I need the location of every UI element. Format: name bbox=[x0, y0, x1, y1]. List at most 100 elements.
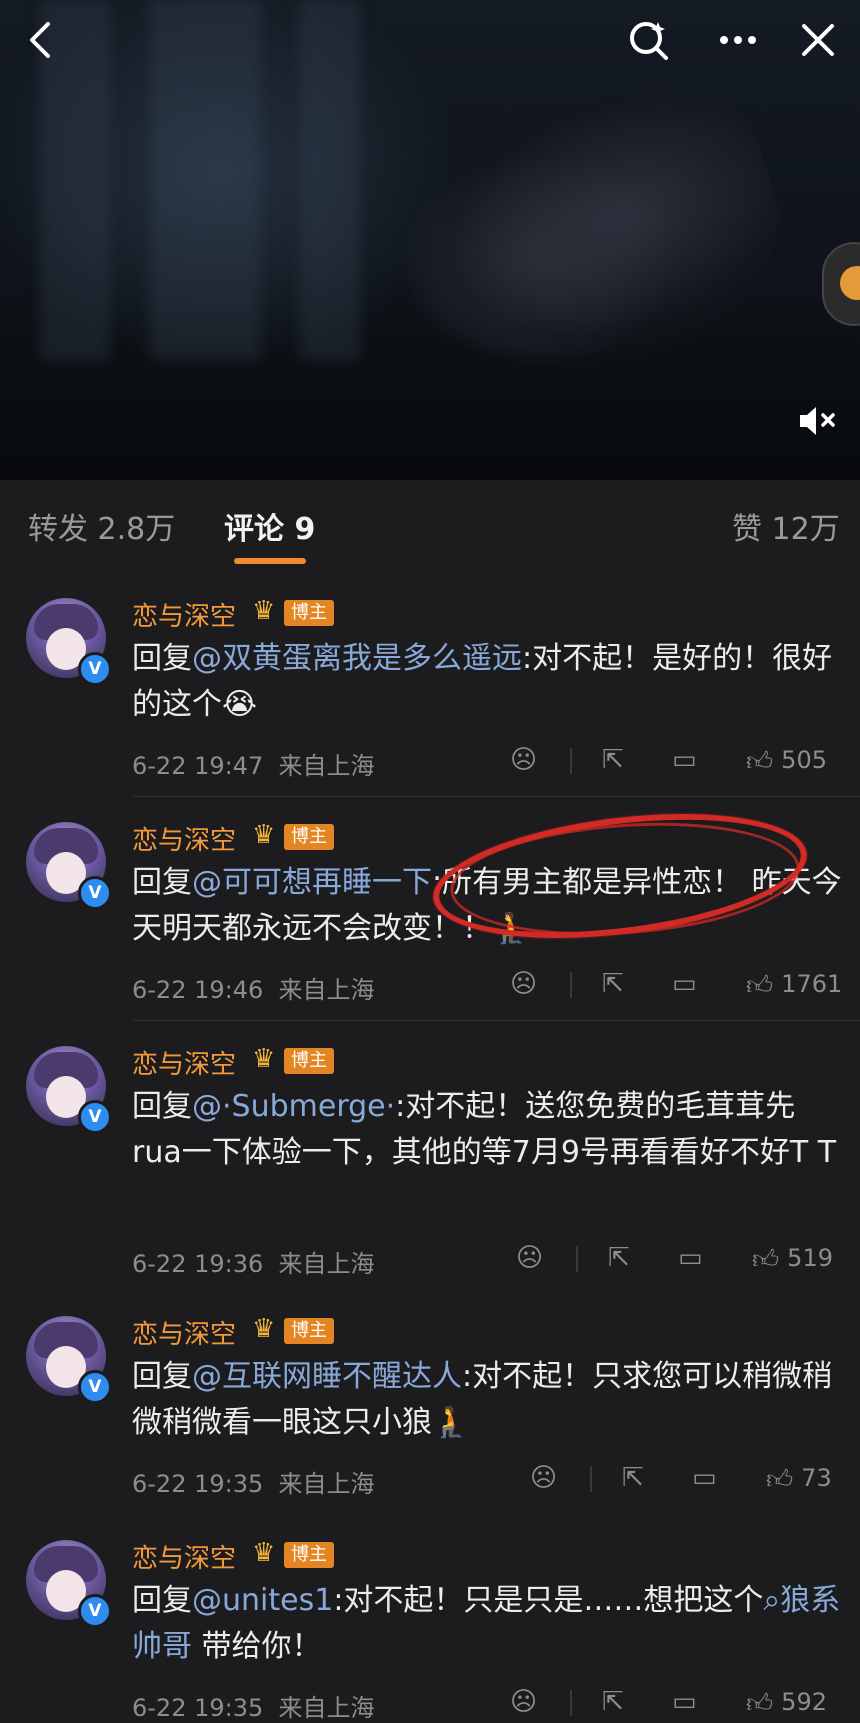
comment-time: 6-22 19:47 bbox=[132, 752, 264, 780]
share-icon[interactable]: ⇱ bbox=[602, 744, 624, 776]
tab-repost[interactable]: 转发 2.8万 bbox=[28, 504, 175, 548]
dislike-icon[interactable]: ☹ bbox=[530, 1462, 557, 1494]
comment-time: 6-22 19:35 bbox=[132, 1470, 264, 1498]
mention-link[interactable]: @·Submerge· bbox=[192, 1089, 395, 1124]
crown-icon: ♛ bbox=[252, 596, 276, 626]
comment-location: 来自上海 bbox=[278, 752, 375, 780]
divider bbox=[132, 1020, 860, 1021]
crown-icon: ♛ bbox=[252, 1538, 276, 1568]
comment-meta: 6-22 19:47 来自上海 bbox=[132, 746, 375, 781]
comment-item[interactable]: V 恋与深空 ♛ 博主 回复@双黄蛋离我是多么遥远:对不起！是好的！很好的这个😭… bbox=[0, 582, 860, 792]
comment-item[interactable]: V 恋与深空 ♛ 博主 回复@unites1:对不起！只是只是……想把这个⌕狼系… bbox=[0, 1524, 860, 1723]
like-count: 1761 bbox=[781, 970, 843, 998]
reply-prefix: 回复 bbox=[132, 1359, 192, 1394]
comment-meta: 6-22 19:35 来自上海 bbox=[132, 1688, 375, 1723]
dislike-icon[interactable]: ☹ bbox=[510, 1686, 537, 1718]
muted-speaker-icon[interactable] bbox=[796, 404, 838, 447]
comment-username[interactable]: 恋与深空 bbox=[132, 596, 236, 633]
dislike-icon[interactable]: ☹ bbox=[510, 968, 537, 1000]
like-count: 505 bbox=[781, 746, 827, 774]
divider bbox=[570, 748, 572, 774]
comment-text: 回复@unites1:对不起！只是只是……想把这个⌕狼系帅哥 带给你！ bbox=[132, 1578, 842, 1670]
comment-item[interactable]: V 恋与深空 ♛ 博主 回复@互联网睡不醒达人:对不起！只求您可以稍微稍微稍微看… bbox=[0, 1300, 860, 1510]
comment-time: 6-22 19:36 bbox=[132, 1250, 264, 1278]
search-icon: ⌕ bbox=[763, 1583, 781, 1618]
comment-item[interactable]: V 恋与深空 ♛ 博主 回复@·Submerge·:对不起！送您免费的毛茸茸先r… bbox=[0, 1030, 860, 1290]
comment-icon[interactable]: ▭ bbox=[678, 1242, 703, 1274]
verified-badge-icon: V bbox=[78, 1100, 112, 1134]
blogger-badge: 博主 bbox=[284, 600, 334, 626]
mention-link[interactable]: @互联网睡不醒达人 bbox=[192, 1359, 462, 1394]
verified-badge-icon: V bbox=[78, 876, 112, 910]
comment-icon[interactable]: ▭ bbox=[672, 744, 697, 776]
comment-time: 6-22 19:46 bbox=[132, 976, 264, 1004]
crown-icon: ♛ bbox=[252, 1314, 276, 1344]
share-icon[interactable]: ⇱ bbox=[608, 1242, 630, 1274]
comment-location: 来自上海 bbox=[278, 1694, 375, 1722]
thumbs-up-icon: 👍︎ bbox=[746, 747, 774, 777]
video-player[interactable] bbox=[0, 0, 860, 480]
video-frame-tree bbox=[300, 0, 360, 360]
mention-link[interactable]: @可可想再睡一下 bbox=[192, 865, 432, 900]
blogger-badge: 博主 bbox=[284, 824, 334, 850]
comment-text: 回复@双黄蛋离我是多么遥远:对不起！是好的！很好的这个😭 bbox=[132, 636, 842, 728]
mention-link[interactable]: @unites1 bbox=[192, 1583, 333, 1618]
dislike-icon[interactable]: ☹ bbox=[510, 744, 537, 776]
video-frame-wolf bbox=[369, 57, 811, 423]
like-count: 519 bbox=[787, 1244, 833, 1272]
tab-likes[interactable]: 赞 12万 bbox=[732, 504, 840, 548]
comment-username[interactable]: 恋与深空 bbox=[132, 1314, 236, 1351]
floating-widget-button[interactable] bbox=[822, 242, 860, 326]
reply-prefix: 回复 bbox=[132, 1089, 192, 1124]
engagement-tabs: 转发 2.8万 评论 9 赞 12万 bbox=[0, 480, 860, 566]
divider bbox=[132, 796, 860, 797]
like-count: 73 bbox=[801, 1464, 832, 1492]
like-button[interactable]: 👍︎ 73 bbox=[766, 1462, 832, 1496]
like-button[interactable]: 👍︎ 505 bbox=[746, 744, 827, 778]
comment-location: 来自上海 bbox=[278, 1470, 375, 1498]
back-arrow-icon[interactable] bbox=[20, 18, 64, 62]
comment-location: 来自上海 bbox=[278, 976, 375, 1004]
comment-body: :对不起！只是只是……想把这个 bbox=[333, 1583, 764, 1618]
comment-icon[interactable]: ▭ bbox=[692, 1462, 717, 1494]
comment-icon[interactable]: ▭ bbox=[672, 968, 697, 1000]
tab-comments[interactable]: 评论 9 bbox=[224, 504, 315, 548]
comment-meta: 6-22 19:36 来自上海 bbox=[132, 1244, 375, 1279]
reply-prefix: 回复 bbox=[132, 1583, 192, 1618]
divider bbox=[570, 972, 572, 998]
mention-link[interactable]: @双黄蛋离我是多么遥远 bbox=[192, 641, 522, 676]
verified-badge-icon: V bbox=[78, 652, 112, 686]
share-icon[interactable]: ⇱ bbox=[622, 1462, 644, 1494]
video-frame-tree bbox=[150, 0, 260, 360]
active-tab-indicator bbox=[234, 558, 306, 564]
like-count: 592 bbox=[781, 1688, 827, 1716]
thumbs-up-icon: 👍︎ bbox=[752, 1245, 780, 1275]
comment-location: 来自上海 bbox=[278, 1250, 375, 1278]
comment-text: 回复@·Submerge·:对不起！送您免费的毛茸茸先rua一下体验一下，其他的… bbox=[132, 1084, 842, 1176]
comment-username[interactable]: 恋与深空 bbox=[132, 820, 236, 857]
blogger-badge: 博主 bbox=[284, 1048, 334, 1074]
verified-badge-icon: V bbox=[78, 1594, 112, 1628]
comment-username[interactable]: 恋与深空 bbox=[132, 1044, 236, 1081]
comment-time: 6-22 19:35 bbox=[132, 1694, 264, 1722]
crown-icon: ♛ bbox=[252, 1044, 276, 1074]
divider bbox=[576, 1246, 578, 1272]
like-button[interactable]: 👍︎ 519 bbox=[752, 1242, 833, 1276]
verified-badge-icon: V bbox=[78, 1370, 112, 1404]
share-icon[interactable]: ⇱ bbox=[602, 1686, 624, 1718]
like-button[interactable]: 👍︎ 592 bbox=[746, 1686, 827, 1720]
blogger-badge: 博主 bbox=[284, 1542, 334, 1568]
comment-username[interactable]: 恋与深空 bbox=[132, 1538, 236, 1575]
comment-text: 回复@互联网睡不醒达人:对不起！只求您可以稍微稍微稍微看一眼这只小狼🧎 bbox=[132, 1354, 842, 1446]
thumbs-up-icon: 👍︎ bbox=[746, 1689, 774, 1719]
dislike-icon[interactable]: ☹ bbox=[516, 1242, 543, 1274]
thumbs-up-icon: 👍︎ bbox=[766, 1465, 794, 1495]
search-sparkle-icon[interactable] bbox=[626, 18, 670, 62]
close-icon[interactable] bbox=[796, 18, 840, 62]
like-button[interactable]: 👍︎ 1761 bbox=[746, 968, 842, 1002]
comment-meta: 6-22 19:46 来自上海 bbox=[132, 970, 375, 1005]
share-icon[interactable]: ⇱ bbox=[602, 968, 624, 1000]
more-dots-icon[interactable] bbox=[716, 18, 760, 62]
comment-icon[interactable]: ▭ bbox=[672, 1686, 697, 1718]
crown-icon: ♛ bbox=[252, 820, 276, 850]
